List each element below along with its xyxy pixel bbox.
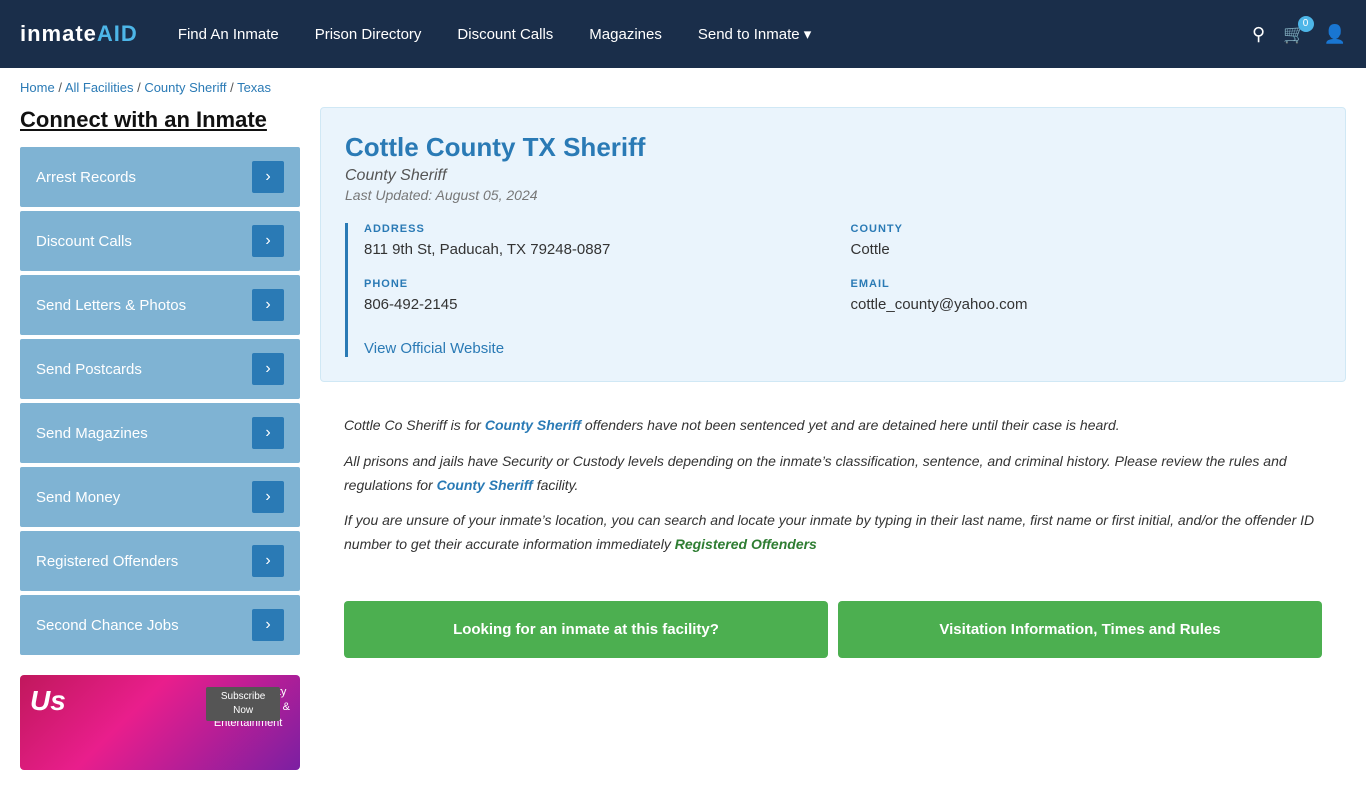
nav-prison-directory[interactable]: Prison Directory [315,26,422,43]
address-label: ADDRESS [364,223,835,235]
arrow-icon: › [252,225,284,257]
email-value: cottle_county@yahoo.com [851,294,1322,317]
nav-discount-calls[interactable]: Discount Calls [457,26,553,43]
sidebar: Connect with an Inmate Arrest Records › … [20,107,300,770]
sidebar-item-send-money[interactable]: Send Money › [20,467,300,527]
highlight-registered-offenders[interactable]: Registered Offenders [675,536,817,552]
facility-updated: Last Updated: August 05, 2024 [345,187,1321,203]
breadcrumb-county-sheriff[interactable]: County Sheriff [144,80,226,95]
website-link[interactable]: View Official Website [364,340,504,357]
nav-find-inmate[interactable]: Find An Inmate [178,26,279,43]
sidebar-item-send-magazines[interactable]: Send Magazines › [20,403,300,463]
arrow-icon: › [252,545,284,577]
sidebar-item-send-letters[interactable]: Send Letters & Photos › [20,275,300,335]
facility-type: County Sheriff [345,167,1321,185]
description-box: Cottle Co Sheriff is for County Sheriff … [320,398,1346,585]
highlight-county-sheriff-1: County Sheriff [485,417,581,433]
info-grid: ADDRESS 811 9th St, Paducah, TX 79248-08… [345,223,1321,357]
arrow-icon: › [252,161,284,193]
cart-icon[interactable]: 🛒 0 [1283,24,1305,45]
description-para3: If you are unsure of your inmate’s locat… [344,509,1322,557]
arrow-icon: › [252,417,284,449]
arrow-icon: › [252,481,284,513]
county-block: COUNTY Cottle [851,223,1322,262]
address-value: 811 9th St, Paducah, TX 79248-0887 [364,239,835,262]
sidebar-item-send-postcards[interactable]: Send Postcards › [20,339,300,399]
find-inmate-button[interactable]: Looking for an inmate at this facility? [344,601,828,658]
county-label: COUNTY [851,223,1322,235]
ad-logo: Us [30,685,66,717]
website-block: View Official Website [364,340,1321,357]
phone-value: 806-492-2145 [364,294,835,317]
action-buttons: Looking for an inmate at this facility? … [320,585,1346,674]
breadcrumb-texas[interactable]: Texas [237,80,271,95]
sidebar-item-second-chance-jobs[interactable]: Second Chance Jobs › [20,595,300,655]
sidebar-item-registered-offenders[interactable]: Registered Offenders › [20,531,300,591]
description-para1: Cottle Co Sheriff is for County Sheriff … [344,414,1322,438]
address-block: ADDRESS 811 9th St, Paducah, TX 79248-08… [364,223,835,262]
email-label: EMAIL [851,278,1322,290]
content-area: Cottle County TX Sheriff County Sheriff … [320,107,1346,770]
cart-badge: 0 [1298,16,1314,32]
ad-subscribe[interactable]: Subscribe Now [206,687,280,721]
ad-text: Latest Celebrity News, Pictures & Entert… [206,685,290,731]
breadcrumb-home[interactable]: Home [20,80,55,95]
sidebar-title: Connect with an Inmate [20,107,300,133]
navigation: inmateAID Find An Inmate Prison Director… [0,0,1366,68]
county-value: Cottle [851,239,1322,262]
main-layout: Connect with an Inmate Arrest Records › … [0,107,1366,790]
arrow-icon: › [252,353,284,385]
search-icon[interactable]: ⚲ [1252,24,1265,45]
phone-label: PHONE [364,278,835,290]
nav-magazines[interactable]: Magazines [589,26,662,43]
advertisement[interactable]: Us Latest Celebrity News, Pictures & Ent… [20,675,300,770]
visitation-info-button[interactable]: Visitation Information, Times and Rules [838,601,1322,658]
user-icon[interactable]: 👤 [1324,24,1346,45]
sidebar-item-discount-calls[interactable]: Discount Calls › [20,211,300,271]
arrow-icon: › [252,609,284,641]
arrow-icon: › [252,289,284,321]
breadcrumb-all-facilities[interactable]: All Facilities [65,80,134,95]
phone-block: PHONE 806-492-2145 [364,278,835,317]
facility-name: Cottle County TX Sheriff [345,132,1321,163]
nav-send-to-inmate[interactable]: Send to Inmate ▾ [698,25,811,43]
sidebar-item-arrest-records[interactable]: Arrest Records › [20,147,300,207]
logo[interactable]: inmateAID [20,21,138,47]
nav-links: Find An Inmate Prison Directory Discount… [178,25,1252,43]
highlight-county-sheriff-2: County Sheriff [437,477,533,493]
nav-icons: ⚲ 🛒 0 👤 [1252,24,1346,45]
breadcrumb: Home / All Facilities / County Sheriff /… [0,68,1366,107]
email-block: EMAIL cottle_county@yahoo.com [851,278,1322,317]
sidebar-menu: Arrest Records › Discount Calls › Send L… [20,147,300,655]
facility-card: Cottle County TX Sheriff County Sheriff … [320,107,1346,382]
description-para2: All prisons and jails have Security or C… [344,450,1322,498]
